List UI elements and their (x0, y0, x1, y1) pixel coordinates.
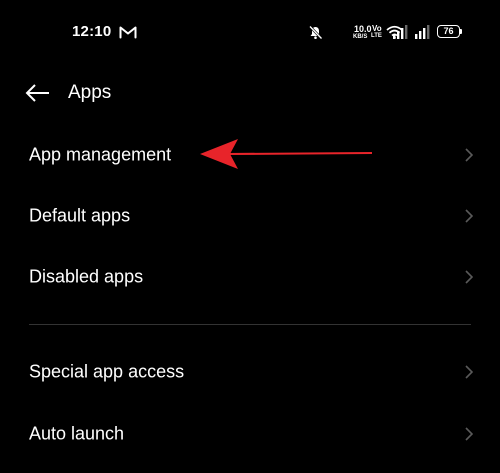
menu-item-label: Disabled apps (29, 266, 144, 287)
mute-icon (309, 25, 323, 40)
signal-icon (393, 25, 408, 39)
menu-item-label: Special app access (29, 361, 185, 382)
battery-nub (460, 29, 462, 34)
menu-item-label: Default apps (29, 205, 131, 226)
menu-item-special-app-access[interactable]: Special app access (0, 343, 500, 401)
chevron-right-icon (465, 209, 473, 223)
section-divider (29, 324, 471, 325)
spacer (349, 27, 350, 28)
chevron-right-icon (465, 270, 473, 284)
network-speed-value: 10.0 (354, 24, 372, 34)
menu-item-app-management[interactable]: App management (0, 126, 500, 184)
signal-icon-2 (415, 25, 430, 39)
menu-item-label: App management (29, 144, 172, 165)
status-time: 12:10 (72, 23, 112, 40)
back-button[interactable] (20, 78, 56, 108)
volte-lte-label: LTE (371, 33, 382, 39)
page-title: Apps (68, 82, 112, 103)
menu-item-auto-launch[interactable]: Auto launch (0, 405, 500, 463)
battery-level: 76 (443, 26, 454, 36)
menu-item-default-apps[interactable]: Default apps (0, 187, 500, 245)
volte-label: Vo (372, 24, 382, 33)
chevron-right-icon (465, 427, 473, 441)
battery-icon: 76 (437, 25, 460, 38)
network-speed-unit: KB/S (353, 34, 368, 40)
chevron-right-icon (465, 148, 473, 162)
menu-item-disabled-apps[interactable]: Disabled apps (0, 248, 500, 306)
menu-item-label: Auto launch (29, 423, 125, 444)
back-arrow-icon (25, 84, 49, 102)
status-bar: 12:10 10.0 KB/S Vo LTE 76 (0, 0, 500, 66)
app-header: Apps (0, 70, 500, 116)
gmail-icon (119, 26, 137, 39)
chevron-right-icon (465, 365, 473, 379)
